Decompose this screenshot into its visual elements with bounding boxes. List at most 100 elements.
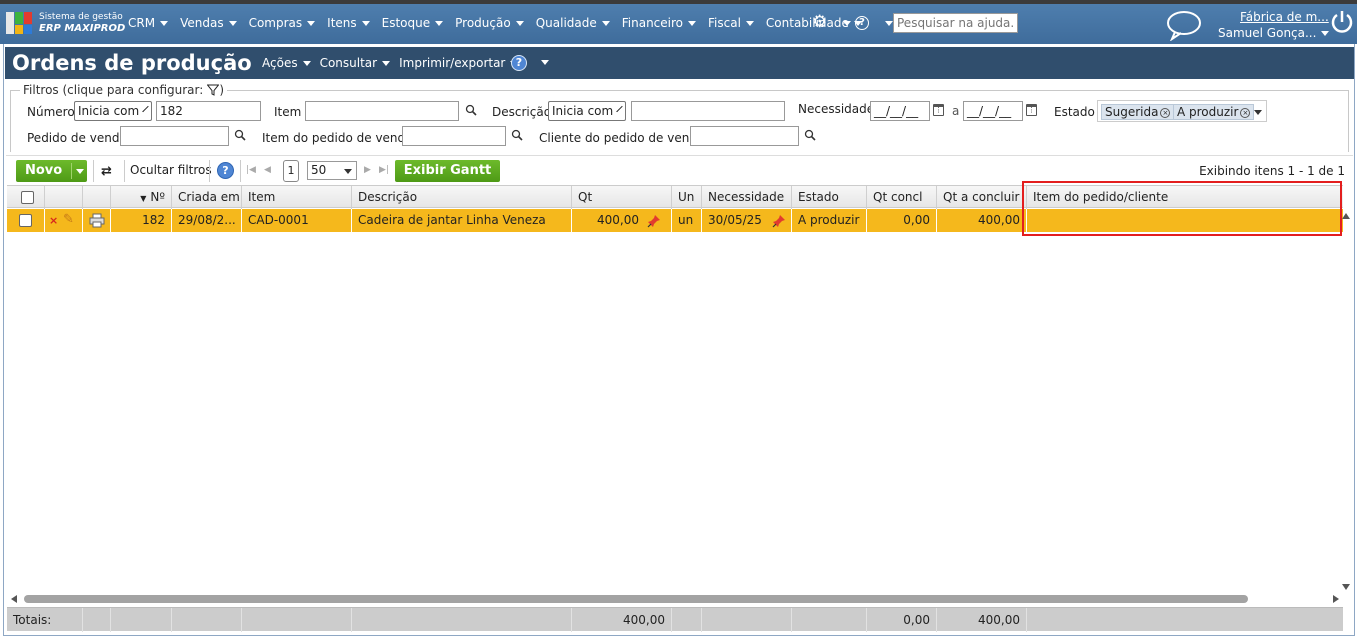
item-input[interactable] bbox=[305, 101, 459, 121]
page-help-icon[interactable]: ? bbox=[511, 55, 527, 71]
scroll-up-icon[interactable] bbox=[1342, 213, 1350, 219]
pin-icon[interactable] bbox=[647, 214, 661, 228]
estado-tag-sugerida[interactable]: Sugerida × bbox=[1101, 104, 1175, 120]
numero-mode-select[interactable]: Inicia com bbox=[74, 101, 152, 121]
gear-chevron-down-icon[interactable] bbox=[843, 21, 851, 26]
scroll-down-icon[interactable] bbox=[1342, 584, 1350, 590]
col-header-qt[interactable]: Qt bbox=[572, 186, 672, 209]
chevron-down-icon bbox=[307, 20, 316, 26]
grid-help-icon[interactable]: ? bbox=[217, 162, 234, 179]
col-header-criada[interactable]: Criada em bbox=[172, 186, 242, 209]
chevron-down-icon bbox=[616, 105, 623, 113]
col-header-necessidade[interactable]: Necessidade bbox=[702, 186, 792, 209]
horizontal-scroll-thumb[interactable] bbox=[24, 595, 1248, 603]
novo-dropdown-chevron-icon[interactable] bbox=[76, 169, 84, 174]
calendar-icon[interactable]: ⋮ bbox=[1026, 104, 1037, 116]
power-icon[interactable] bbox=[1330, 10, 1354, 34]
search-icon[interactable] bbox=[804, 129, 816, 141]
search-icon[interactable] bbox=[511, 129, 523, 141]
main-menu: CRM Vendas Compras Itens Estoque Produçã… bbox=[128, 16, 874, 30]
menu-producao[interactable]: Produção bbox=[455, 16, 524, 30]
chat-bubble-icon[interactable] bbox=[1166, 9, 1202, 41]
first-page-icon[interactable]: |◀ bbox=[246, 165, 256, 175]
estado-multiselect[interactable]: Sugerida × A produzir × bbox=[1097, 100, 1267, 122]
menu-imprimir-exportar[interactable]: Imprimir/exportar bbox=[399, 56, 519, 70]
numero-input[interactable] bbox=[156, 101, 261, 121]
col-header-num[interactable]: ▼ Nº bbox=[111, 186, 172, 209]
vertical-scrollbar[interactable] bbox=[1340, 209, 1353, 594]
totals-qt-a-concluir: 400,00 bbox=[937, 608, 1027, 632]
item-pedido-label: Item do pedido de venda bbox=[262, 131, 413, 145]
page-size-select[interactable]: 50 bbox=[307, 161, 357, 180]
brand-line1: Sistema de gestão bbox=[39, 12, 123, 22]
help-question-icon[interactable]: ? bbox=[855, 16, 869, 30]
chevron-down-icon[interactable] bbox=[1254, 110, 1262, 115]
delete-icon[interactable]: × bbox=[49, 214, 58, 227]
prev-page-icon[interactable]: ◀ bbox=[264, 165, 271, 175]
refresh-icon[interactable]: ⇄ bbox=[101, 164, 112, 179]
novo-button[interactable]: Novo bbox=[16, 160, 87, 182]
col-header-estado[interactable]: Estado bbox=[792, 186, 867, 209]
help-search-input[interactable] bbox=[893, 13, 1018, 33]
last-page-icon[interactable]: ▶| bbox=[379, 165, 389, 175]
menu-itens[interactable]: Itens bbox=[327, 16, 370, 30]
ocultar-filtros-button[interactable]: Ocultar filtros bbox=[130, 163, 212, 177]
company-link[interactable]: Fábrica de m... bbox=[1240, 10, 1329, 24]
menu-crm[interactable]: CRM bbox=[128, 16, 169, 30]
horizontal-scrollbar[interactable] bbox=[7, 593, 1343, 606]
estado-tag-a-produzir[interactable]: A produzir × bbox=[1173, 104, 1255, 120]
remove-tag-icon[interactable]: × bbox=[1240, 107, 1251, 118]
main-navbar: Sistema de gestão ERP MAXIPROD CRM Venda… bbox=[0, 4, 1357, 44]
search-icon[interactable] bbox=[465, 104, 477, 116]
necessidade-to-input[interactable]: __/__/__ bbox=[963, 101, 1023, 121]
col-header-qt-a-concluir[interactable]: Qt a concluir bbox=[937, 186, 1027, 209]
menu-vendas[interactable]: Vendas bbox=[180, 16, 237, 30]
help-chevron-down-icon[interactable] bbox=[885, 21, 893, 26]
showing-count: Exibindo itens 1 - 1 de 1 bbox=[1199, 164, 1345, 178]
chevron-down-icon bbox=[435, 20, 444, 26]
filters-legend[interactable]: Filtros (clique para configurar: ) bbox=[20, 83, 227, 97]
page-help-chevron-down-icon[interactable] bbox=[541, 60, 549, 65]
cell-qt-a-concluir: 400,00 bbox=[937, 209, 1027, 232]
gear-icon[interactable]: ⚙ bbox=[812, 14, 827, 31]
search-icon[interactable] bbox=[234, 129, 246, 141]
print-icon[interactable] bbox=[89, 213, 105, 228]
chevron-down-icon bbox=[302, 60, 311, 66]
funnel-icon[interactable] bbox=[207, 84, 220, 96]
scroll-right-icon[interactable] bbox=[1333, 595, 1339, 603]
cliente-pedido-input[interactable] bbox=[690, 126, 799, 146]
col-header-descricao[interactable]: Descrição bbox=[352, 186, 572, 209]
col-header-qt-concl[interactable]: Qt concl bbox=[867, 186, 937, 209]
col-header-un[interactable]: Un bbox=[672, 186, 702, 209]
cell-necessidade: 30/05/25 bbox=[702, 209, 792, 232]
col-header-item[interactable]: Item bbox=[242, 186, 352, 209]
select-all-checkbox[interactable] bbox=[21, 191, 34, 204]
page-number-input[interactable]: 1 bbox=[283, 160, 299, 182]
menu-compras[interactable]: Compras bbox=[249, 16, 316, 30]
menu-acoes[interactable]: Ações bbox=[262, 56, 311, 70]
menu-financeiro[interactable]: Financeiro bbox=[622, 16, 697, 30]
user-menu[interactable]: Samuel Gonça... bbox=[1218, 26, 1330, 40]
necessidade-from-input[interactable]: __/__/__ bbox=[870, 101, 930, 121]
menu-consultar[interactable]: Consultar bbox=[320, 56, 391, 70]
pedido-venda-input[interactable] bbox=[120, 126, 229, 146]
scroll-left-icon[interactable] bbox=[11, 595, 17, 603]
descricao-mode-select[interactable]: Inicia com bbox=[548, 101, 626, 121]
numero-label: Número bbox=[27, 105, 75, 119]
next-page-icon[interactable]: ▶ bbox=[364, 165, 371, 175]
chevron-down-icon bbox=[344, 169, 352, 174]
descricao-input[interactable] bbox=[631, 101, 785, 121]
menu-qualidade[interactable]: Qualidade bbox=[536, 16, 610, 30]
exibir-gantt-button[interactable]: Exibir Gantt bbox=[395, 160, 500, 182]
remove-tag-icon[interactable]: × bbox=[1160, 107, 1171, 118]
item-pedido-input[interactable] bbox=[402, 126, 506, 146]
pin-icon[interactable] bbox=[772, 214, 786, 228]
estado-label: Estado bbox=[1054, 105, 1095, 119]
menu-fiscal[interactable]: Fiscal bbox=[708, 16, 754, 30]
edit-pencil-icon[interactable]: ✎ bbox=[63, 212, 74, 227]
sort-desc-icon: ▼ bbox=[140, 194, 147, 203]
row-checkbox[interactable] bbox=[19, 214, 32, 227]
totals-label: Totais: bbox=[7, 608, 83, 632]
calendar-icon[interactable]: ⋮ bbox=[933, 104, 944, 116]
menu-estoque[interactable]: Estoque bbox=[382, 16, 444, 30]
